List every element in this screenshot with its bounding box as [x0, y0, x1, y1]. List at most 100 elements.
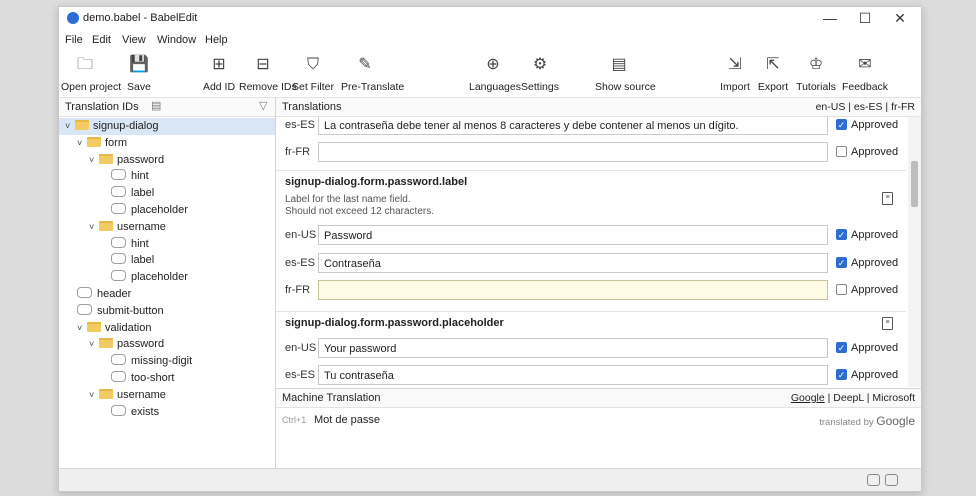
remove-ids-button[interactable]: ⊟ Remove IDs: [239, 51, 297, 97]
approved-checkbox[interactable]: [836, 146, 847, 157]
tutorials-button[interactable]: ♔ Tutorials: [792, 51, 840, 97]
toolbar-label: Open project: [61, 81, 122, 93]
translations-header: Translations en-US | es-ES | fr-FR: [276, 98, 921, 117]
chevron-down-icon[interactable]: ˅: [89, 387, 99, 404]
tree-item[interactable]: hint: [59, 236, 275, 253]
tree-item-label: label: [131, 254, 155, 267]
set-filter-button[interactable]: ⛉ Set Filter: [289, 51, 337, 97]
tree-item[interactable]: exists: [59, 404, 275, 421]
tree-item[interactable]: ˅ username: [59, 219, 275, 236]
translation-key-icon: [111, 354, 126, 366]
tree-item[interactable]: ˅ validation: [59, 320, 275, 337]
approved-checkbox[interactable]: ✓: [836, 256, 847, 268]
approved-checkbox[interactable]: ✓: [836, 341, 847, 353]
tree-item[interactable]: ˅ username: [59, 387, 275, 404]
tree-item[interactable]: ˅ password: [59, 336, 275, 353]
settings-status-icon[interactable]: [885, 474, 898, 486]
approved-checkbox[interactable]: ✓: [836, 229, 847, 240]
settings-button[interactable]: ⚙ Settings: [516, 51, 564, 97]
translation-key-icon: [77, 303, 92, 315]
filter-icon[interactable]: ▽: [259, 99, 267, 112]
show-source-button[interactable]: ▤ Show source: [595, 51, 656, 97]
provider-google[interactable]: Google: [791, 392, 825, 404]
menu-edit[interactable]: Edit: [92, 34, 111, 46]
lang-tab-fr-fr[interactable]: fr-FR: [891, 101, 915, 113]
comment-doc-icon[interactable]: ≡: [882, 192, 893, 205]
toolbar-label: Feedback: [841, 81, 889, 93]
tree-item[interactable]: placeholder: [59, 269, 275, 286]
chevron-down-icon[interactable]: ˅: [77, 320, 87, 337]
menu-view[interactable]: View: [122, 34, 146, 46]
tree-item[interactable]: ˅ form: [59, 135, 275, 152]
translations-list: es-ES La contraseña debe tener al menos 8…: [276, 117, 906, 387]
languages-button[interactable]: ⊕ Languages: [469, 51, 521, 97]
tree-item[interactable]: ˅ password: [59, 152, 275, 169]
chevron-down-icon[interactable]: ˅: [77, 135, 87, 152]
tree-item[interactable]: submit-button: [59, 303, 275, 320]
translation-ids-title: Translation IDs: [65, 101, 139, 113]
tree-item[interactable]: placeholder: [59, 202, 275, 219]
tree-item[interactable]: header: [59, 286, 275, 303]
translation-input[interactable]: La contraseña debe tener al menos 8 cara…: [318, 117, 828, 135]
folder-icon: [99, 153, 113, 164]
vertical-scrollbar[interactable]: [908, 117, 921, 387]
folder-icon: [99, 338, 113, 349]
feedback-button[interactable]: ✉ Feedback: [841, 51, 889, 97]
translation-description: Label for the last name field.: [285, 194, 411, 205]
approved-checkbox[interactable]: ✓: [836, 119, 847, 130]
toolbar-label: Save: [127, 81, 151, 93]
chevron-down-icon[interactable]: ˅: [65, 118, 75, 135]
add-id-icon: ⊞: [212, 56, 226, 73]
open-project-button[interactable]: 🗀 Open project: [61, 51, 122, 97]
menu-window[interactable]: Window: [157, 34, 196, 46]
add-id-button[interactable]: ⊞ Add ID: [195, 51, 243, 97]
chevron-down-icon[interactable]: ˅: [89, 219, 99, 236]
tree-item[interactable]: ˅ signup-dialog: [59, 118, 275, 135]
tree-item-label: password: [117, 338, 165, 351]
separator: [276, 170, 906, 171]
translation-row: fr-FR Approved: [276, 141, 906, 165]
translation-input[interactable]: Contraseña: [318, 252, 828, 273]
window-title: demo.babel - BabelEdit: [83, 12, 198, 24]
translation-input[interactable]: Your password: [318, 337, 828, 358]
lang-tab-es-es[interactable]: es-ES: [854, 101, 883, 113]
export-button[interactable]: ⇱ Export: [749, 51, 797, 97]
tree-item[interactable]: label: [59, 252, 275, 269]
save-button[interactable]: 💾 Save: [115, 51, 163, 97]
comment-icon[interactable]: [867, 474, 880, 486]
chevron-down-icon[interactable]: ˅: [89, 336, 99, 353]
title-bar: demo.babel - BabelEdit — ☐ ✕: [59, 7, 921, 29]
comment-doc-icon[interactable]: ≡: [882, 316, 893, 330]
chevron-down-icon[interactable]: ˅: [89, 152, 99, 169]
translation-input[interactable]: [318, 280, 828, 300]
maximize-button[interactable]: ☐: [850, 10, 880, 26]
close-button[interactable]: ✕: [885, 10, 915, 26]
tree-item[interactable]: too-short: [59, 370, 275, 387]
minimize-button[interactable]: —: [815, 10, 845, 26]
magic-wand-icon: ✎: [358, 56, 372, 73]
mt-suggestion[interactable]: Mot de passe: [314, 414, 380, 426]
tree-item[interactable]: label: [59, 185, 275, 202]
translation-input[interactable]: Password: [318, 225, 828, 245]
tree-item[interactable]: missing-digit: [59, 353, 275, 370]
translation-description: Should not exceed 12 characters.: [285, 206, 434, 217]
scrollbar-thumb[interactable]: [911, 161, 918, 207]
machine-translation-body: Ctrl+1 Mot de passe translated by Google: [276, 407, 921, 468]
menu-file[interactable]: File: [65, 34, 83, 46]
translation-key: signup-dialog.form.password.label: [285, 176, 468, 188]
translation-input[interactable]: [318, 142, 828, 162]
translation-key-icon: [111, 236, 126, 248]
tree-item[interactable]: hint: [59, 168, 275, 185]
mt-shortcut: Ctrl+1: [282, 415, 307, 425]
menu-help[interactable]: Help: [205, 34, 228, 46]
pre-translate-button[interactable]: ✎ Pre-Translate: [341, 51, 404, 97]
tree-item-label: hint: [131, 237, 149, 250]
approved-checkbox[interactable]: [836, 284, 847, 295]
list-view-icon[interactable]: ▤: [151, 99, 161, 112]
provider-deepl[interactable]: DeepL: [833, 392, 864, 404]
provider-microsoft[interactable]: Microsoft: [872, 392, 915, 404]
translation-input[interactable]: Tu contraseña: [318, 365, 828, 385]
folder-icon: [75, 120, 89, 130]
lang-tab-en-us[interactable]: en-US: [816, 101, 846, 113]
approved-checkbox[interactable]: ✓: [836, 369, 847, 380]
